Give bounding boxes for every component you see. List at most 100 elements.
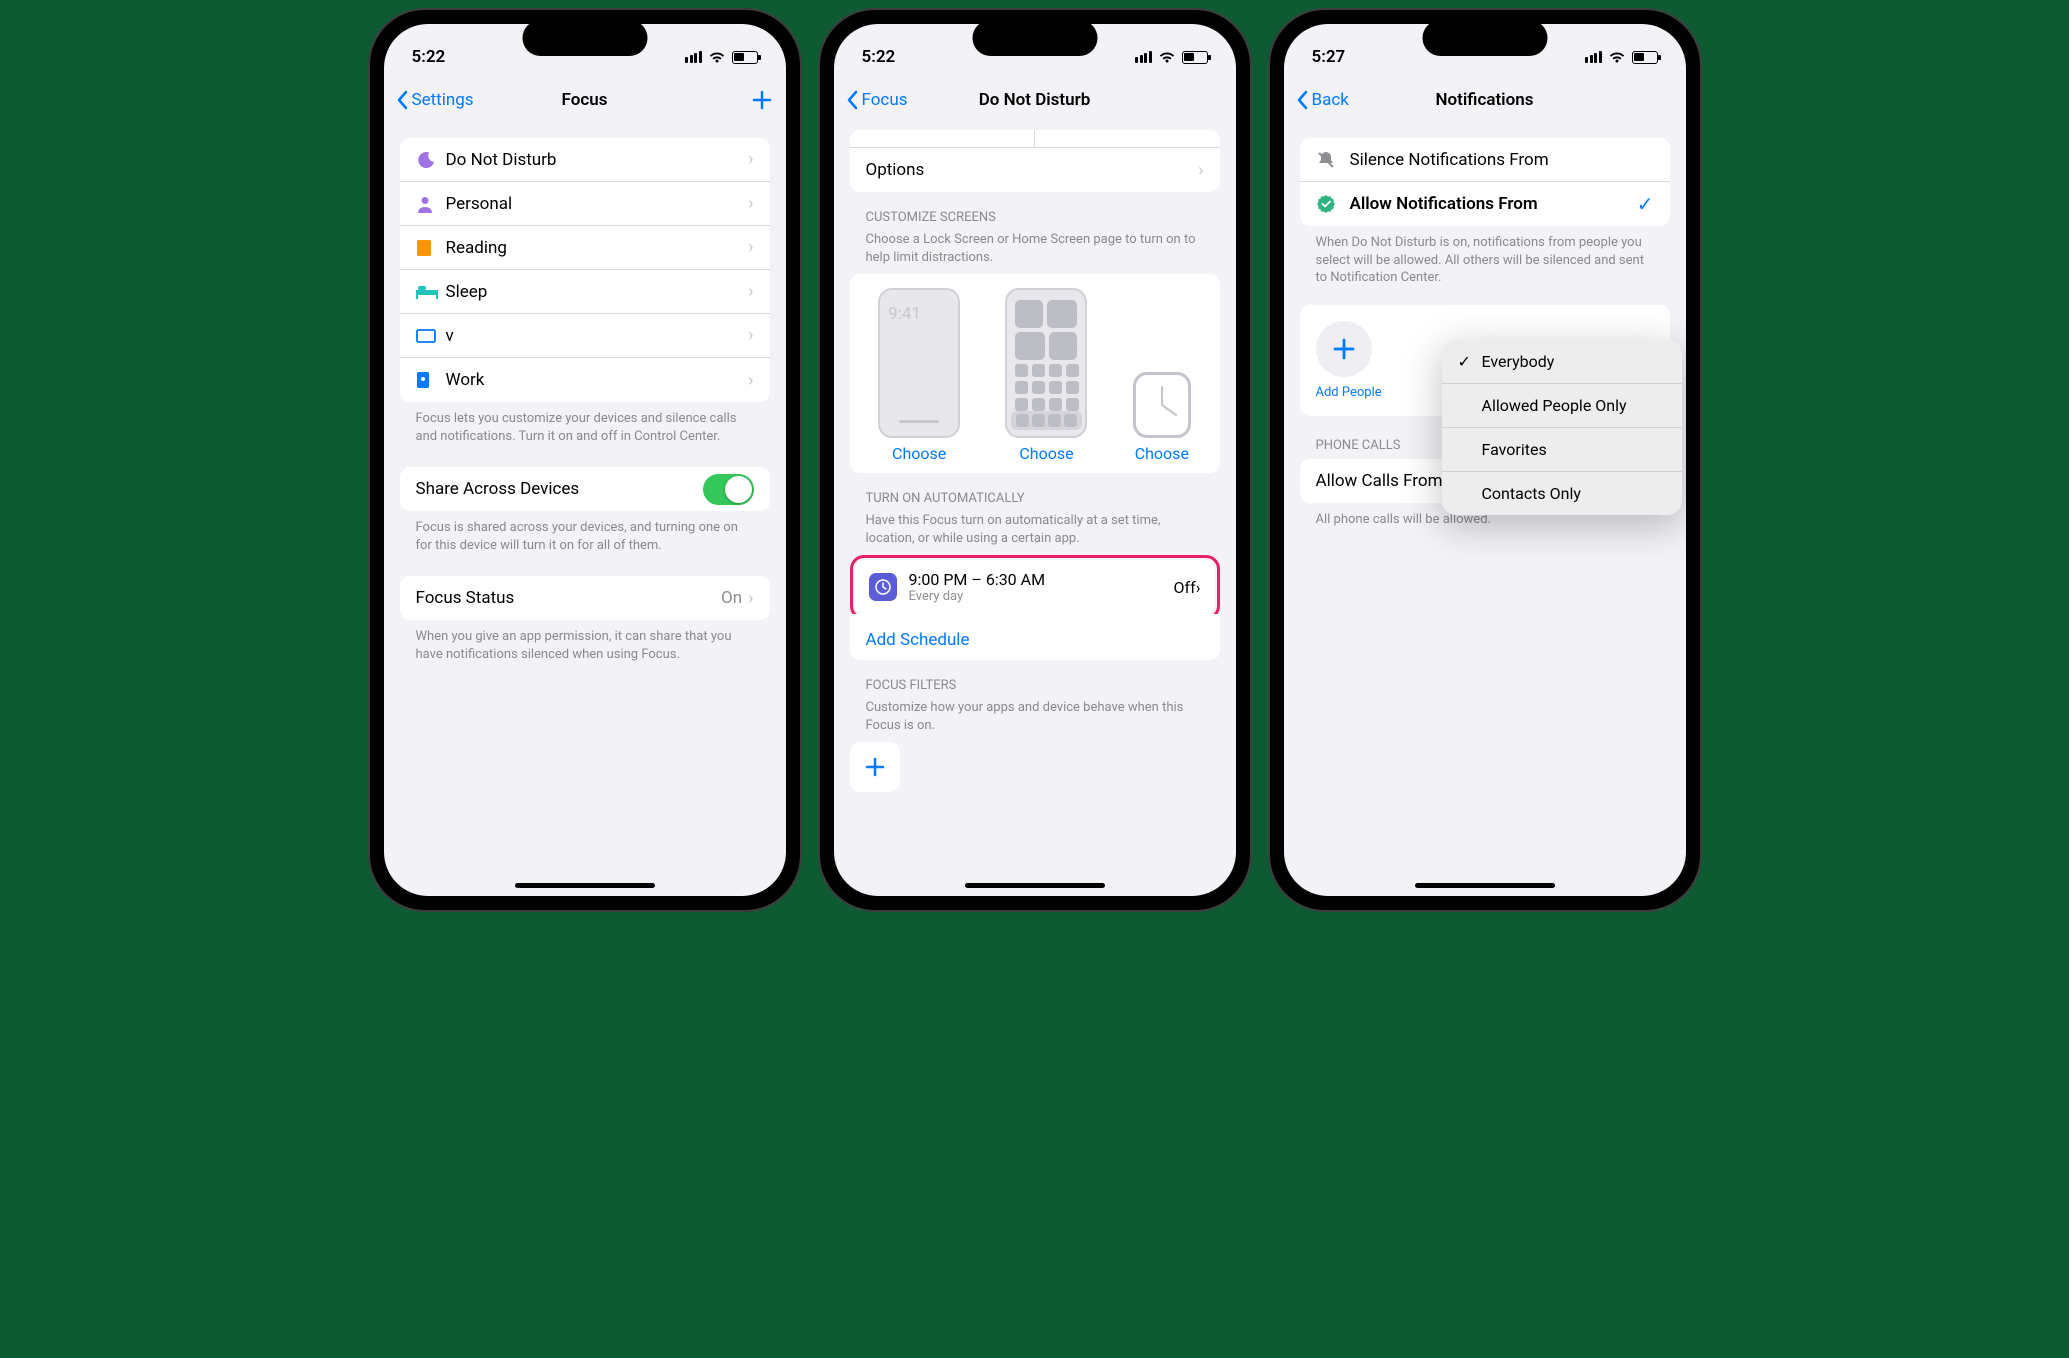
focus-status-row[interactable]: Focus Status On › [400,576,770,620]
dynamic-island [522,20,647,56]
choose-lock-button[interactable]: Choose [892,444,946,463]
display-icon [416,329,436,343]
share-footer: Focus is shared across your devices, and… [400,511,770,554]
chevron-right-icon: › [748,281,753,302]
check-seal-icon [1316,194,1336,214]
chevron-right-icon: › [748,237,753,258]
row-label: Share Across Devices [416,479,703,499]
home-screen-preview[interactable] [1005,288,1087,438]
row-label: Work [446,370,749,390]
status-time: 5:22 [412,47,446,67]
silence-row[interactable]: Silence Notifications From [1300,138,1670,182]
popup-option-contacts[interactable]: Contacts Only [1442,472,1682,515]
phone-frame-1: 5:22 Settings Focus Do [370,10,800,910]
schedule-row[interactable]: 9:00 PM – 6:30 AM Every day Off › [855,560,1215,615]
home-indicator[interactable] [965,883,1105,888]
focus-row-dnd[interactable]: Do Not Disturb › [400,138,770,182]
popup-option-everybody[interactable]: ✓ Everybody [1442,340,1682,384]
status-icons [1585,50,1658,64]
focus-row-v[interactable]: v › [400,314,770,358]
popup-option-allowed[interactable]: Allowed People Only [1442,384,1682,428]
chevron-left-icon [846,90,858,110]
add-button[interactable] [750,88,774,112]
add-people-label: Add People [1316,385,1382,400]
home-indicator[interactable] [1415,883,1555,888]
wifi-icon [1158,50,1176,64]
add-filter-button[interactable] [850,742,900,792]
row-label: Personal [446,194,749,214]
customize-header: CUSTOMIZE SCREENS [850,192,1220,231]
row-label: Focus Status [416,588,722,608]
wifi-icon [1608,50,1626,64]
share-row[interactable]: Share Across Devices [400,467,770,511]
badge-icon [416,371,430,389]
status-icons [1135,50,1208,64]
screen-2: 5:22 Focus Do Not Disturb Options › [834,24,1236,896]
row-label: Options [866,160,1199,180]
add-schedule-button[interactable]: Add Schedule [850,620,1220,660]
cellular-icon [1135,51,1152,63]
row-label: Do Not Disturb [446,150,749,170]
back-button[interactable]: Settings [396,90,474,110]
row-label: Allow Calls From [1316,471,1443,491]
status-time: 5:27 [1312,47,1346,67]
bell-slash-icon [1316,150,1336,170]
nav-bar: Settings Focus [384,78,786,122]
chevron-left-icon [1296,90,1308,110]
option-label: Favorites [1482,440,1547,459]
schedule-repeat: Every day [909,589,1174,604]
phone-frame-3: 5:27 Back Notifications Silence Notifica… [1270,10,1700,910]
nav-bar: Back Notifications [1284,78,1686,122]
calls-popup: ✓ Everybody Allowed People Only Favorite… [1442,340,1682,515]
options-row[interactable]: Options › [850,148,1220,192]
book-icon [416,239,432,257]
schedule-highlight: 9:00 PM – 6:30 AM Every day Off › [850,555,1220,620]
status-footer: When you give an app permission, it can … [400,620,770,663]
focus-row-work[interactable]: Work › [400,358,770,402]
choose-watch-button[interactable]: Choose [1135,444,1189,463]
screen-3: 5:27 Back Notifications Silence Notifica… [1284,24,1686,896]
home-indicator[interactable] [515,883,655,888]
choose-home-button[interactable]: Choose [1019,444,1073,463]
share-toggle[interactable] [703,474,754,505]
chevron-right-icon: › [748,370,753,391]
popup-option-favorites[interactable]: Favorites [1442,428,1682,472]
lock-time: 9:41 [888,304,921,324]
schedule-time: 9:00 PM – 6:30 AM [909,570,1174,589]
row-label: Sleep [446,282,749,302]
chevron-left-icon [396,90,408,110]
add-schedule-group: Add Schedule [850,614,1220,660]
screens-preview: 9:41 Choose [850,274,1220,473]
customize-group: 9:41 Choose [850,274,1220,473]
dynamic-island [972,20,1097,56]
cellular-icon [1585,51,1602,63]
screen-1: 5:22 Settings Focus Do [384,24,786,896]
option-label: Everybody [1482,352,1555,371]
row-label: Silence Notifications From [1350,150,1654,170]
back-label: Settings [412,90,474,110]
focus-row-sleep[interactable]: Sleep › [400,270,770,314]
chevron-right-icon: › [1196,578,1201,597]
chevron-right-icon: › [748,193,753,214]
row-label: v [446,326,749,346]
focus-row-personal[interactable]: Personal › [400,182,770,226]
back-button[interactable]: Back [1296,90,1349,110]
row-label: Allow Notifications From [1350,194,1637,214]
share-group: Share Across Devices [400,467,770,511]
clock-icon [869,573,897,601]
back-button[interactable]: Focus [846,90,908,110]
focus-row-reading[interactable]: Reading › [400,226,770,270]
lock-screen-preview[interactable]: 9:41 [878,288,960,438]
auto-header: TURN ON AUTOMATICALLY [850,473,1220,512]
person-icon [416,195,434,213]
allow-row[interactable]: Allow Notifications From ✓ [1300,182,1670,226]
phone-frame-2: 5:22 Focus Do Not Disturb Options › [820,10,1250,910]
watch-preview[interactable] [1133,372,1191,438]
options-group: Options › [850,130,1220,192]
add-people-button[interactable] [1316,321,1372,377]
status-group: Focus Status On › [400,576,770,620]
chevron-right-icon: › [1198,160,1203,181]
plus-icon [750,88,774,112]
filters-sub: Customize how your apps and device behav… [850,699,1220,742]
status-time: 5:22 [862,47,896,67]
